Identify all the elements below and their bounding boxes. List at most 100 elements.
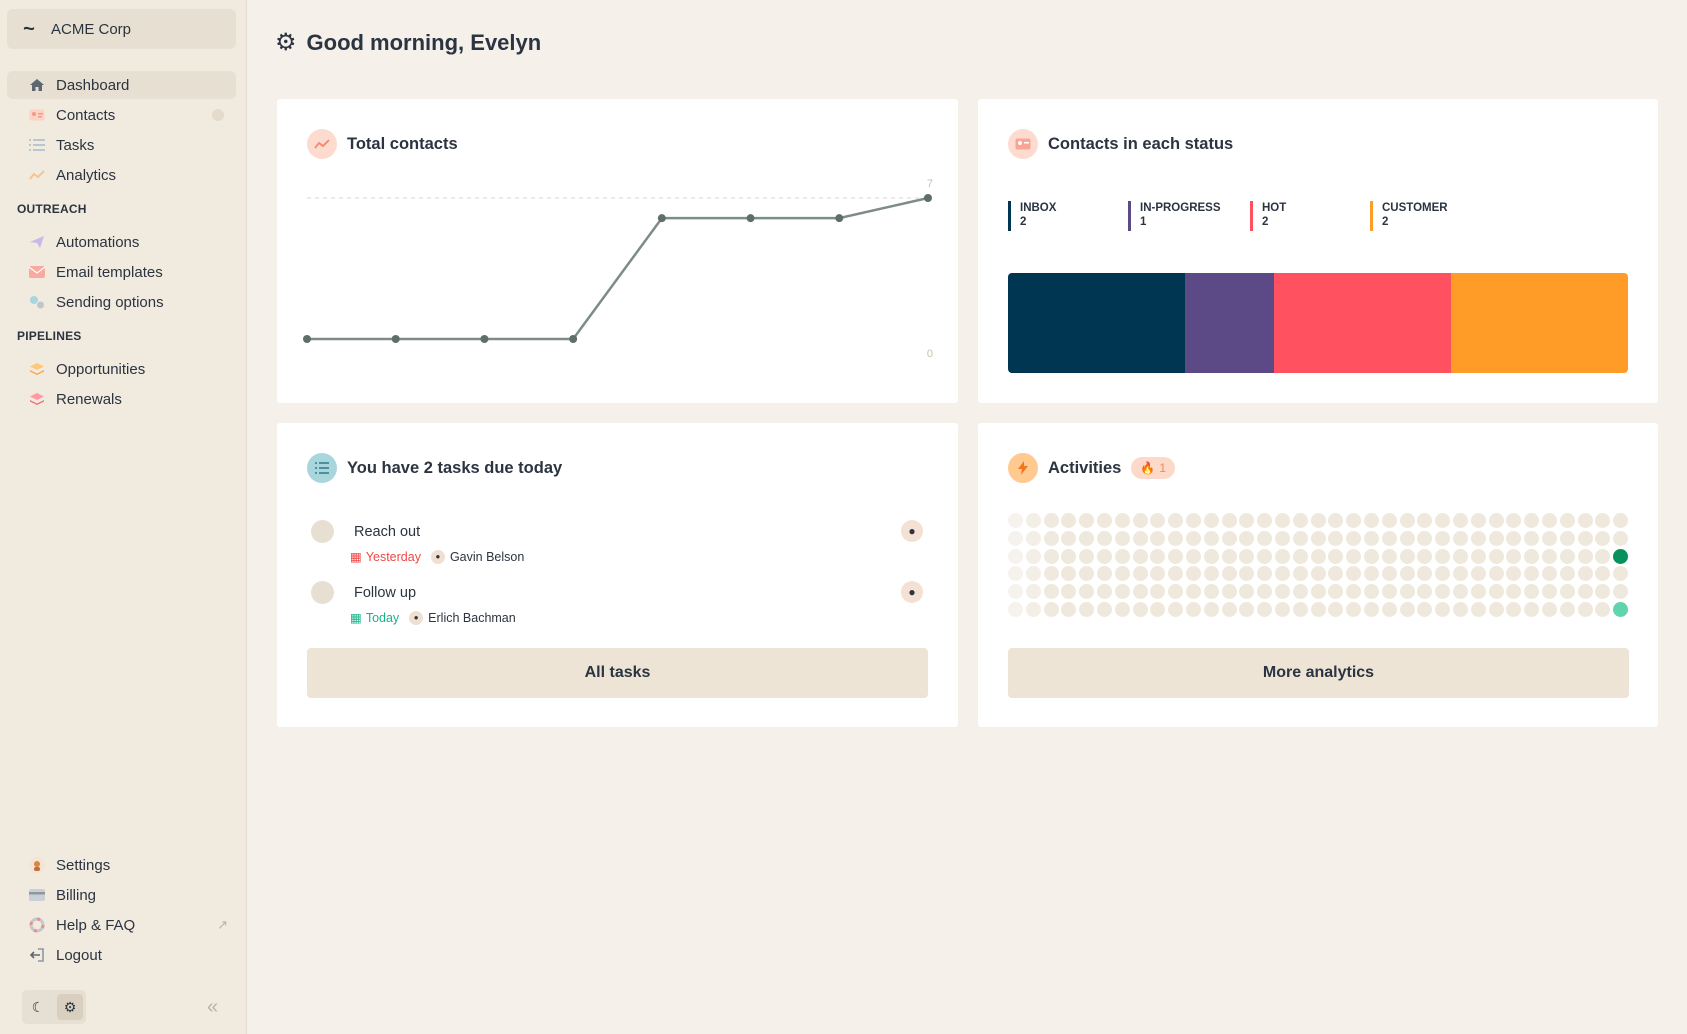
data-point [746,214,755,223]
sidebar-item-dashboard[interactable]: Dashboard [7,71,236,99]
card-title: Contacts in each status [1048,134,1234,153]
credit-card-icon [26,887,48,903]
activity-cell [1061,530,1077,546]
sun-gear-icon[interactable]: ⚙ [57,994,83,1020]
sidebar-item-settings[interactable]: Settings [7,851,236,879]
task-title[interactable]: Reach out [354,524,420,540]
org-switcher[interactable]: ~ ACME Corp [7,9,236,49]
total-contacts-line-chart: 7 0 [303,178,933,360]
sidebar-item-logout[interactable]: Logout [7,941,236,969]
activity-cell [1008,602,1023,617]
activity-cell [1328,602,1344,617]
sidebar-item-analytics[interactable]: Analytics [7,161,236,189]
sidebar-item-automations[interactable]: Automations [7,228,236,256]
activity-cell [1257,548,1273,564]
sidebar-item-contacts[interactable]: Contacts [7,101,236,129]
activity-cell [1257,566,1273,582]
activity-cell [1257,513,1273,528]
activity-cell [1488,513,1504,528]
data-point [480,335,489,343]
activity-cell [1488,566,1504,582]
contact-card-icon [1008,129,1038,159]
add-contact-button[interactable] [212,109,224,121]
activity-cell [1239,602,1255,617]
activity-cell [1524,548,1540,564]
checklist-icon [307,453,337,483]
activity-cell [1097,584,1112,600]
activity-cell [1399,530,1415,546]
activity-cell [1542,548,1557,564]
legend-swatch [1370,201,1373,231]
activity-cell [1577,530,1593,546]
activity-cell [1435,548,1451,564]
activity-cell [1150,602,1166,617]
task-checkbox[interactable] [311,581,334,604]
activity-cell [1328,548,1344,564]
activity-cell [1239,513,1255,528]
activity-cell [1203,548,1219,564]
activity-cell [1186,584,1201,600]
status-legend-inbox: INBOX 2 [1008,201,1056,231]
sidebar-item-label: Billing [56,886,97,904]
sidebar-item-opportunities[interactable]: Opportunities [7,355,236,383]
activity-cell [1542,602,1557,617]
collapse-sidebar-icon[interactable]: « [207,996,218,1019]
activity-cell [1239,584,1255,600]
activity-cell [1079,566,1095,582]
status-segment-inbox [1008,273,1186,373]
sidebar-item-sending-options[interactable]: Sending options [7,288,236,316]
status-legend-hot: HOT 2 [1250,201,1286,231]
data-point [924,194,932,202]
logout-icon [26,947,48,963]
activity-cell [1008,584,1023,600]
task-due: Today [365,610,400,625]
activity-cell [1417,602,1433,617]
activity-cell [1470,602,1486,617]
section-title-outreach: OUTREACH [17,202,87,216]
activity-cell [1559,602,1575,617]
activity-cell [1097,566,1112,582]
data-point [569,335,578,343]
activity-cell [1453,513,1468,528]
activity-cell [1364,530,1379,546]
data-point [303,335,311,343]
activity-cell [1453,566,1468,582]
all-tasks-button[interactable]: All tasks [307,648,928,698]
activity-cell [1346,530,1362,546]
owner-avatar[interactable]: ● [901,581,923,603]
sidebar-item-help[interactable]: Help & FAQ ↗ [7,911,236,939]
activity-cell [1292,566,1308,582]
status-count: 2 [1262,216,1269,228]
activity-cell [1453,530,1468,546]
sidebar-item-email-templates[interactable]: Email templates [7,258,236,286]
sidebar-item-renewals[interactable]: Renewals [7,385,236,413]
activity-cell [1114,602,1130,617]
activity-cell [1435,602,1451,617]
sidebar-item-label: Settings [56,856,111,874]
task-checkbox[interactable] [311,520,334,543]
owner-avatar[interactable]: ● [901,520,923,542]
activity-heatmap [1008,513,1630,623]
activity-cell [1328,566,1344,582]
activity-cell [1097,602,1112,617]
list-icon [26,137,48,153]
activity-cell [1239,566,1255,582]
activity-cell [1506,584,1522,600]
activity-cell [1186,602,1201,617]
section-title-pipelines: PIPELINES [17,329,82,343]
activity-cell [1435,513,1451,528]
sidebar-item-tasks[interactable]: Tasks [7,131,236,159]
activity-cell [1203,566,1219,582]
status-label: CUSTOMER [1382,202,1448,214]
task-title[interactable]: Follow up [354,585,416,601]
moon-icon[interactable]: ☾ [25,994,51,1020]
more-analytics-button[interactable]: More analytics [1008,648,1629,698]
activity-cell [1453,584,1468,600]
activity-cell [1453,602,1468,617]
activity-cell [1346,513,1362,528]
activity-cell [1613,566,1629,582]
status-segment-customer [1450,273,1628,373]
activity-cell [1488,602,1504,617]
sidebar-item-billing[interactable]: Billing [7,881,236,909]
activity-cell [1346,602,1362,617]
